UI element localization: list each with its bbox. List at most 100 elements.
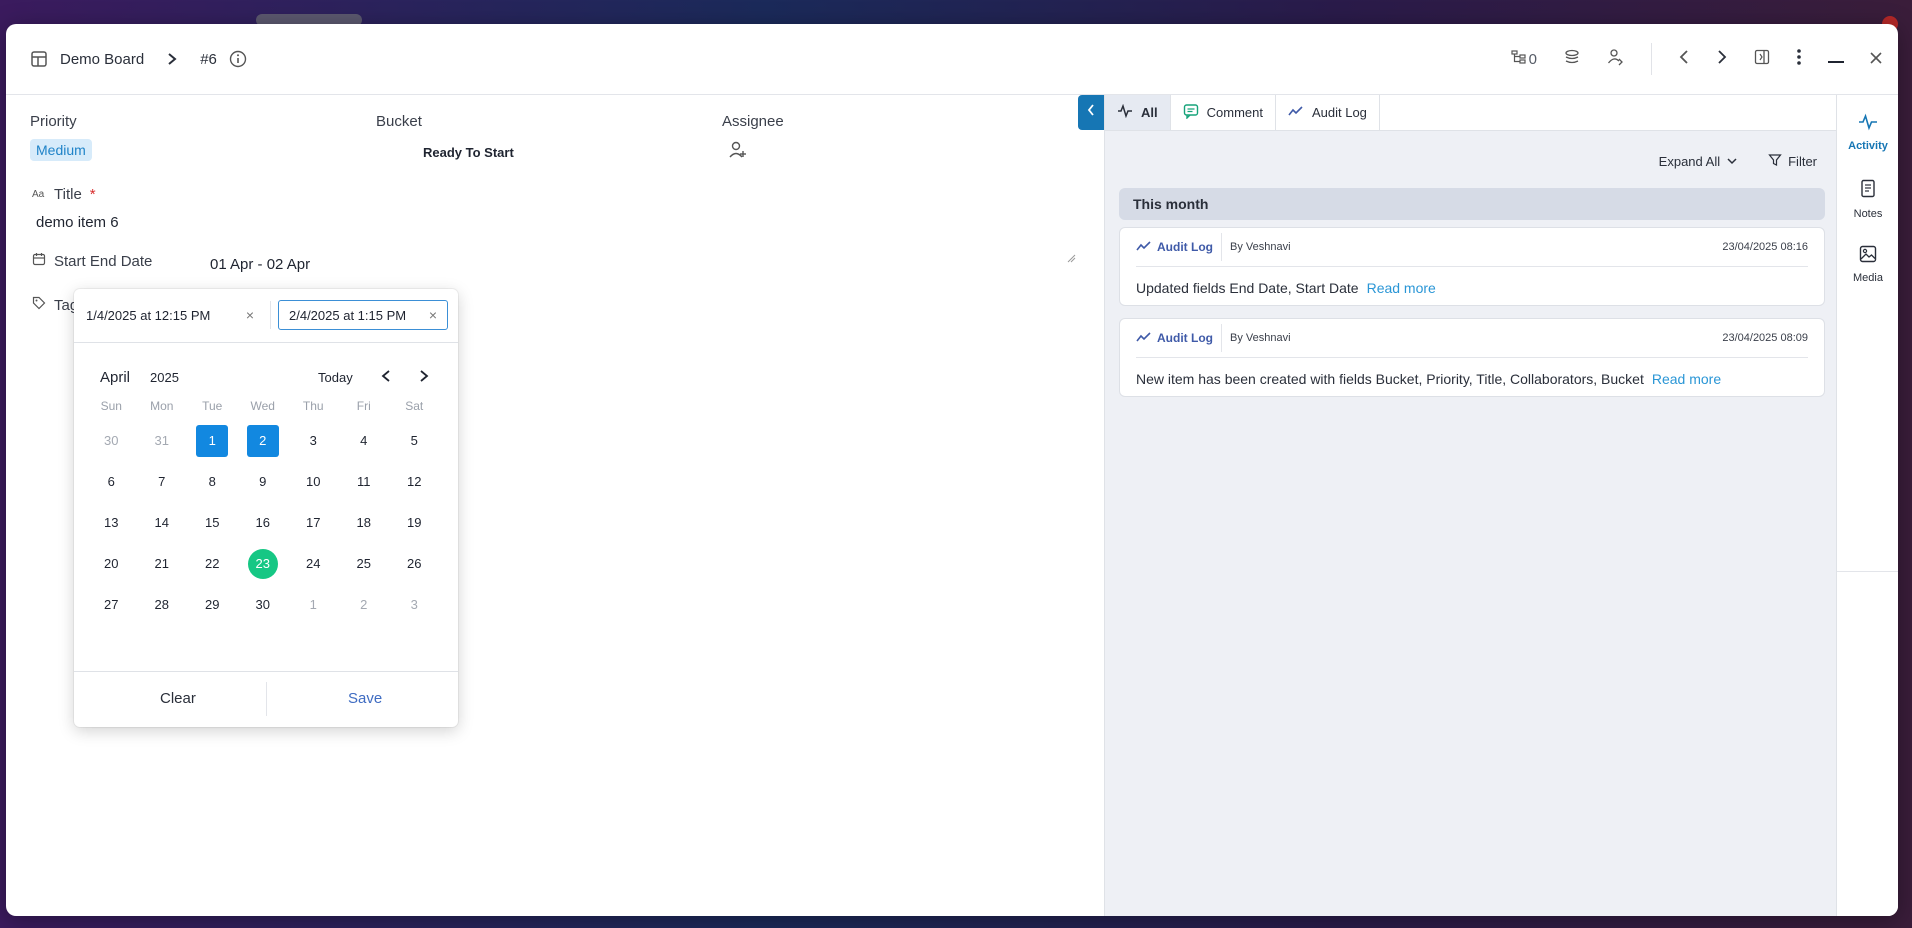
- calendar-year[interactable]: 2025: [150, 370, 179, 385]
- calendar-day[interactable]: 8: [196, 466, 228, 498]
- calendar-day[interactable]: 2: [348, 589, 380, 621]
- previous-item-button[interactable]: [1678, 49, 1690, 69]
- minimize-button[interactable]: [1828, 51, 1844, 68]
- calendar-day[interactable]: 19: [398, 507, 430, 539]
- calendar-day[interactable]: 28: [146, 589, 178, 621]
- add-assignee-icon[interactable]: [728, 140, 748, 165]
- date-range-value[interactable]: 01 Apr - 02 Apr: [210, 256, 310, 273]
- weekday-label: Sun: [100, 399, 122, 413]
- minimize-icon: [1828, 51, 1844, 68]
- board-name-link[interactable]: Demo Board: [60, 51, 144, 68]
- clear-start-icon[interactable]: ×: [246, 307, 254, 323]
- end-datetime-input[interactable]: 2/4/2025 at 1:15 PM ×: [278, 300, 448, 330]
- hierarchy-icon: [1511, 49, 1527, 69]
- calendar-day[interactable]: 16: [247, 507, 279, 539]
- activity-toolbar: Expand All Filter: [1659, 153, 1817, 170]
- filter-icon: [1768, 153, 1782, 170]
- tab-comment[interactable]: Comment: [1171, 95, 1276, 130]
- filter-button[interactable]: Filter: [1768, 153, 1817, 170]
- calendar-day[interactable]: 26: [398, 548, 430, 580]
- item-id: #6: [200, 50, 217, 68]
- stack-button[interactable]: [1563, 48, 1581, 70]
- calendar-day[interactable]: 6: [95, 466, 127, 498]
- read-more-link[interactable]: Read more: [1652, 371, 1721, 387]
- calendar-month[interactable]: April: [100, 369, 130, 386]
- picker-input-divider: [270, 301, 271, 329]
- more-options-button[interactable]: [1796, 48, 1802, 70]
- calendar-day[interactable]: 4: [348, 425, 380, 457]
- calendar-day[interactable]: 11: [348, 466, 380, 498]
- header-actions: 0: [1511, 24, 1882, 94]
- text-format-icon: Aa: [32, 186, 46, 203]
- clear-button[interactable]: Clear: [160, 690, 196, 707]
- next-month-button[interactable]: [416, 367, 432, 390]
- calendar-day[interactable]: 3: [297, 425, 329, 457]
- priority-badge[interactable]: Medium: [30, 139, 92, 161]
- tab-audit-log[interactable]: Audit Log: [1276, 95, 1380, 130]
- calendar-day[interactable]: 12: [398, 466, 430, 498]
- entry-time: 23/04/2025 08:09: [1722, 332, 1808, 344]
- calendar-day[interactable]: 18: [348, 507, 380, 539]
- calendar-day[interactable]: 7: [146, 466, 178, 498]
- calendar-day[interactable]: 25: [348, 548, 380, 580]
- calendar-day[interactable]: 13: [95, 507, 127, 539]
- calendar-day[interactable]: 9: [247, 466, 279, 498]
- links-counter[interactable]: 0: [1511, 49, 1537, 69]
- calendar-day[interactable]: 29: [196, 589, 228, 621]
- entry-kind-label: Audit Log: [1157, 240, 1213, 254]
- calendar-day[interactable]: 31: [146, 425, 178, 457]
- title-input[interactable]: demo item 6: [36, 214, 1076, 258]
- calendar-day[interactable]: 10: [297, 466, 329, 498]
- calendar-day[interactable]: 1: [297, 589, 329, 621]
- weekday-label: Tue: [202, 399, 223, 413]
- calendar-day[interactable]: 20: [95, 548, 127, 580]
- calendar-day-selected[interactable]: 2: [246, 424, 279, 457]
- title-label: Title: [54, 186, 82, 203]
- calendar-day-today[interactable]: 23: [247, 548, 278, 579]
- panel-right-icon: [1754, 49, 1770, 69]
- calendar-day[interactable]: 22: [196, 548, 228, 580]
- rail-item-media[interactable]: Media: [1837, 245, 1898, 284]
- next-item-button[interactable]: [1716, 49, 1728, 69]
- rail-item-activity[interactable]: Activity: [1837, 113, 1898, 152]
- prev-month-button[interactable]: [378, 367, 394, 390]
- assignee-label: Assignee: [722, 113, 784, 130]
- bucket-value[interactable]: Ready To Start: [423, 145, 514, 160]
- calendar-day[interactable]: 3: [398, 589, 430, 621]
- calendar-day[interactable]: 27: [95, 589, 127, 621]
- weekday-row: Sun Mon Tue Wed Thu Fri Sat: [86, 395, 441, 417]
- calendar-day[interactable]: 24: [297, 548, 329, 580]
- calendar-day[interactable]: 30: [95, 425, 127, 457]
- save-button[interactable]: Save: [348, 690, 382, 707]
- start-datetime-value: 1/4/2025 at 12:15 PM: [86, 307, 211, 323]
- picker-footer: Clear Save: [74, 671, 458, 728]
- calendar-day[interactable]: 21: [146, 548, 178, 580]
- info-icon[interactable]: [229, 50, 247, 68]
- calendar-day[interactable]: 14: [146, 507, 178, 539]
- today-button[interactable]: Today: [318, 370, 353, 385]
- close-button[interactable]: [1870, 51, 1882, 68]
- chevron-left-icon: [1678, 49, 1690, 69]
- weekday-label: Mon: [150, 399, 174, 413]
- calendar-day[interactable]: 15: [196, 507, 228, 539]
- read-more-link[interactable]: Read more: [1367, 280, 1436, 296]
- tab-all-label: All: [1141, 105, 1158, 120]
- reassign-button[interactable]: [1607, 48, 1625, 70]
- calendar-day-selected[interactable]: 1: [196, 424, 229, 457]
- side-panel-toggle[interactable]: [1754, 49, 1770, 69]
- calendar-day[interactable]: 30: [247, 589, 279, 621]
- collapse-activity-button[interactable]: [1078, 95, 1104, 130]
- entry-message: Updated fields End Date, Start Date Read …: [1136, 280, 1436, 296]
- resize-handle-icon[interactable]: [1066, 250, 1076, 268]
- tab-all[interactable]: All: [1105, 95, 1171, 130]
- start-datetime-input[interactable]: 1/4/2025 at 12:15 PM ×: [86, 300, 264, 330]
- calendar-day[interactable]: 17: [297, 507, 329, 539]
- date-field-label: Start End Date: [32, 252, 152, 270]
- activity-icon: [1117, 103, 1133, 121]
- activity-entry: Audit Log By Veshnavi 23/04/2025 08:16 U…: [1119, 227, 1825, 306]
- clear-end-icon[interactable]: ×: [429, 307, 437, 323]
- picker-inputs: 1/4/2025 at 12:15 PM × 2/4/2025 at 1:15 …: [74, 289, 458, 343]
- expand-all-button[interactable]: Expand All: [1659, 153, 1738, 170]
- calendar-day[interactable]: 5: [398, 425, 430, 457]
- rail-item-notes[interactable]: Notes: [1837, 179, 1898, 220]
